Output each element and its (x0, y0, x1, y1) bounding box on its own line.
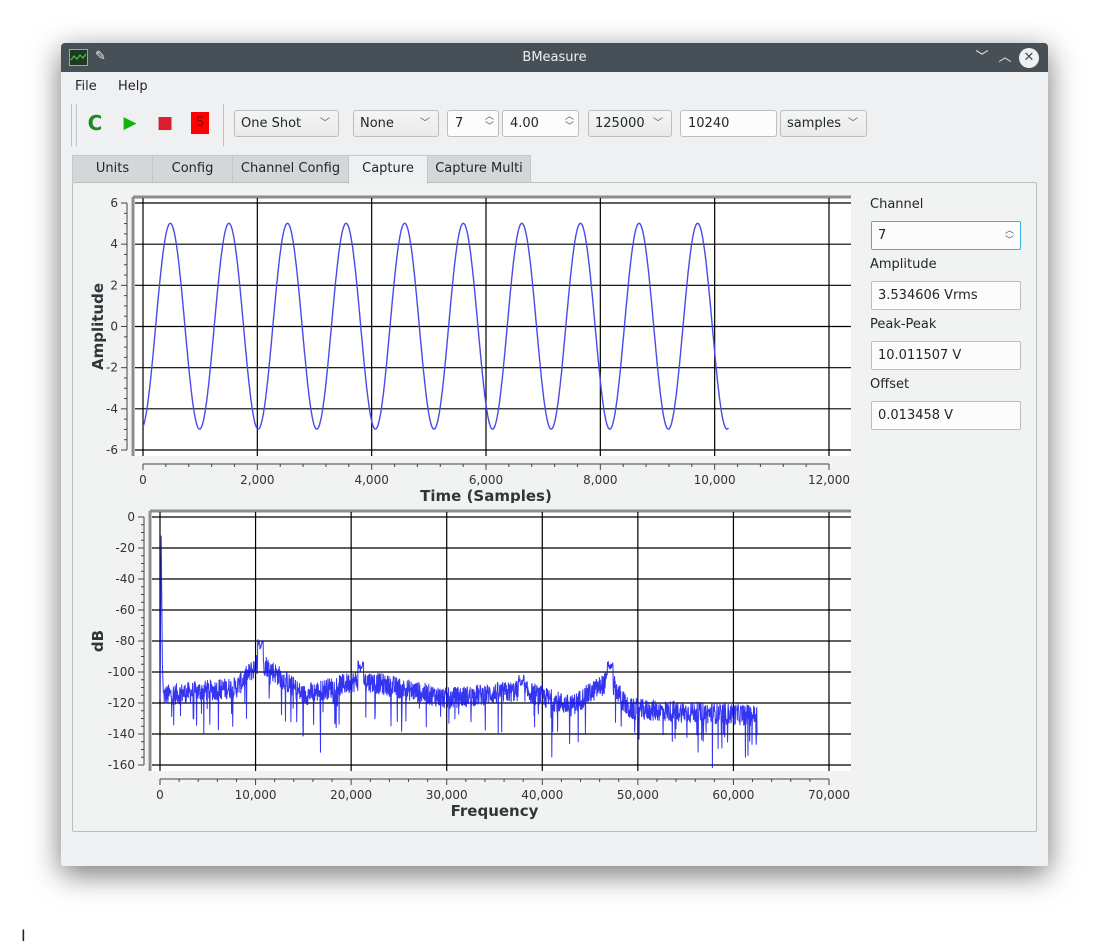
trigger-select[interactable]: None ﹀ (353, 110, 439, 137)
connect-button[interactable]: C (86, 112, 104, 134)
app-window: ✎ BMeasure ﹀ ︿ ✕ File Help C ▶ ■ S One S… (61, 43, 1048, 866)
y-tick-label: 4 (110, 237, 118, 251)
capture-panel: 6 4 2 0 -2 -4 -6 0 2,000 4,000 6,000 8,000 10,000 12,… (72, 182, 1037, 832)
y-tick-label: -2 (106, 361, 118, 375)
level-spin-value: 4.00 (510, 116, 539, 131)
y-axis-title: dB (89, 630, 107, 652)
chevron-down-icon: ﹀ (320, 118, 330, 129)
sample-count-input[interactable]: 10240 (680, 110, 777, 137)
frequency-plot: 0 -20 -40 -60 -80 -100 -120 -140 -160 0 10,000 20,0… (89, 509, 851, 820)
chevron-down-icon: ﹀ (653, 118, 663, 129)
peak-peak-field[interactable]: 10.011507 V (871, 341, 1021, 370)
channel-spin-value: 7 (455, 116, 464, 131)
spin-arrows-icon[interactable]: ︿ ﹀ (485, 112, 494, 132)
y-axis-title: Amplitude (89, 283, 107, 370)
channel-spinbox[interactable]: 7 ︿ ﹀ (447, 110, 499, 137)
spin-arrows-icon[interactable]: ︿ ﹀ (565, 112, 574, 132)
sample-rate-value: 125000 (595, 116, 645, 131)
mode-value: One Shot (241, 116, 302, 131)
count-units-value: samples (787, 116, 842, 131)
channel-spinbox-side[interactable]: 7 ︿ ﹀ (871, 221, 1021, 250)
minimize-button[interactable]: ﹀ (972, 48, 992, 68)
x-tick-label: 30,000 (426, 788, 468, 802)
menu-help[interactable]: Help (118, 79, 148, 94)
close-button[interactable]: ✕ (1019, 48, 1039, 68)
sample-count-value: 10240 (688, 116, 730, 131)
amplitude-field[interactable]: 3.534606 Vrms (871, 281, 1021, 310)
level-spinbox[interactable]: 4.00 ︿ ﹀ (502, 110, 579, 137)
x-tick-label: 50,000 (617, 788, 659, 802)
channel-value: 7 (878, 228, 887, 243)
x-tick-label: 6,000 (469, 473, 503, 487)
y-tick-label: -160 (108, 758, 135, 772)
amplitude-label: Amplitude (870, 257, 937, 272)
maximize-button[interactable]: ︿ (995, 48, 1015, 68)
y-tick-label: 2 (110, 278, 118, 292)
tab-channel-config[interactable]: Channel Config (232, 155, 349, 182)
mode-select[interactable]: One Shot ﹀ (234, 110, 339, 137)
y-tick-label: -6 (106, 443, 118, 457)
x-tick-label: 4,000 (354, 473, 388, 487)
menu-file[interactable]: File (75, 79, 97, 94)
y-tick-label: -40 (115, 572, 135, 586)
x-tick-label: 2,000 (240, 473, 274, 487)
toolbar-separator (223, 104, 224, 146)
text-cursor-icon: I (21, 926, 26, 945)
y-tick-label: -60 (115, 603, 135, 617)
save-button[interactable]: S (191, 112, 209, 134)
y-tick-label: -140 (108, 727, 135, 741)
x-tick-label: 8,000 (583, 473, 617, 487)
y-tick-label: -80 (115, 634, 135, 648)
toolbar-grip[interactable] (71, 104, 77, 146)
channel-label: Channel (870, 197, 924, 212)
x-tick-label: 12,000 (808, 473, 850, 487)
chevron-down-icon: ﹀ (420, 118, 430, 129)
trigger-value: None (360, 116, 394, 131)
y-tick-label: -4 (106, 402, 118, 416)
toolbar: C ▶ ■ S One Shot ﹀ None ﹀ 7 ︿ ﹀ 4.00 ︿ ﹀ 1… (61, 100, 1048, 148)
chevron-down-icon: ﹀ (848, 118, 858, 129)
y-tick-label: 0 (110, 320, 118, 334)
x-axis-title: Frequency (451, 802, 539, 820)
play-button[interactable]: ▶ (121, 112, 139, 134)
peak-peak-label: Peak-Peak (870, 317, 937, 332)
x-tick-label: 0 (156, 788, 164, 802)
y-tick-label: 6 (110, 196, 118, 210)
stop-button[interactable]: ■ (156, 112, 174, 134)
tab-capture-multi[interactable]: Capture Multi (427, 155, 531, 182)
count-units-select[interactable]: samples ﹀ (780, 110, 867, 137)
y-tick-label: -100 (108, 665, 135, 679)
y-tick-label: -20 (115, 541, 135, 555)
tab-units[interactable]: Units (72, 155, 153, 182)
menu-bar: File Help (61, 72, 1048, 100)
y-tick-label: 0 (127, 510, 135, 524)
sample-rate-select[interactable]: 125000 ﹀ (588, 110, 672, 137)
x-tick-label: 60,000 (712, 788, 754, 802)
x-tick-label: 20,000 (330, 788, 372, 802)
offset-field[interactable]: 0.013458 V (871, 401, 1021, 430)
x-tick-label: 10,000 (694, 473, 736, 487)
tab-capture[interactable]: Capture (348, 155, 428, 184)
spin-arrows-icon[interactable]: ︿ ﹀ (1005, 226, 1014, 246)
y-tick-label: -120 (108, 696, 135, 710)
time-plot: 6 4 2 0 -2 -4 -6 0 2,000 4,000 6,000 8,000 10,000 12,… (89, 195, 851, 503)
title-bar[interactable]: ✎ BMeasure ﹀ ︿ ✕ (61, 43, 1048, 72)
x-tick-label: 0 (139, 473, 147, 487)
offset-label: Offset (870, 377, 910, 392)
x-tick-label: 40,000 (521, 788, 563, 802)
x-tick-label: 10,000 (235, 788, 277, 802)
window-title: BMeasure (522, 50, 587, 65)
tab-config[interactable]: Config (152, 155, 233, 182)
x-tick-label: 70,000 (808, 788, 850, 802)
